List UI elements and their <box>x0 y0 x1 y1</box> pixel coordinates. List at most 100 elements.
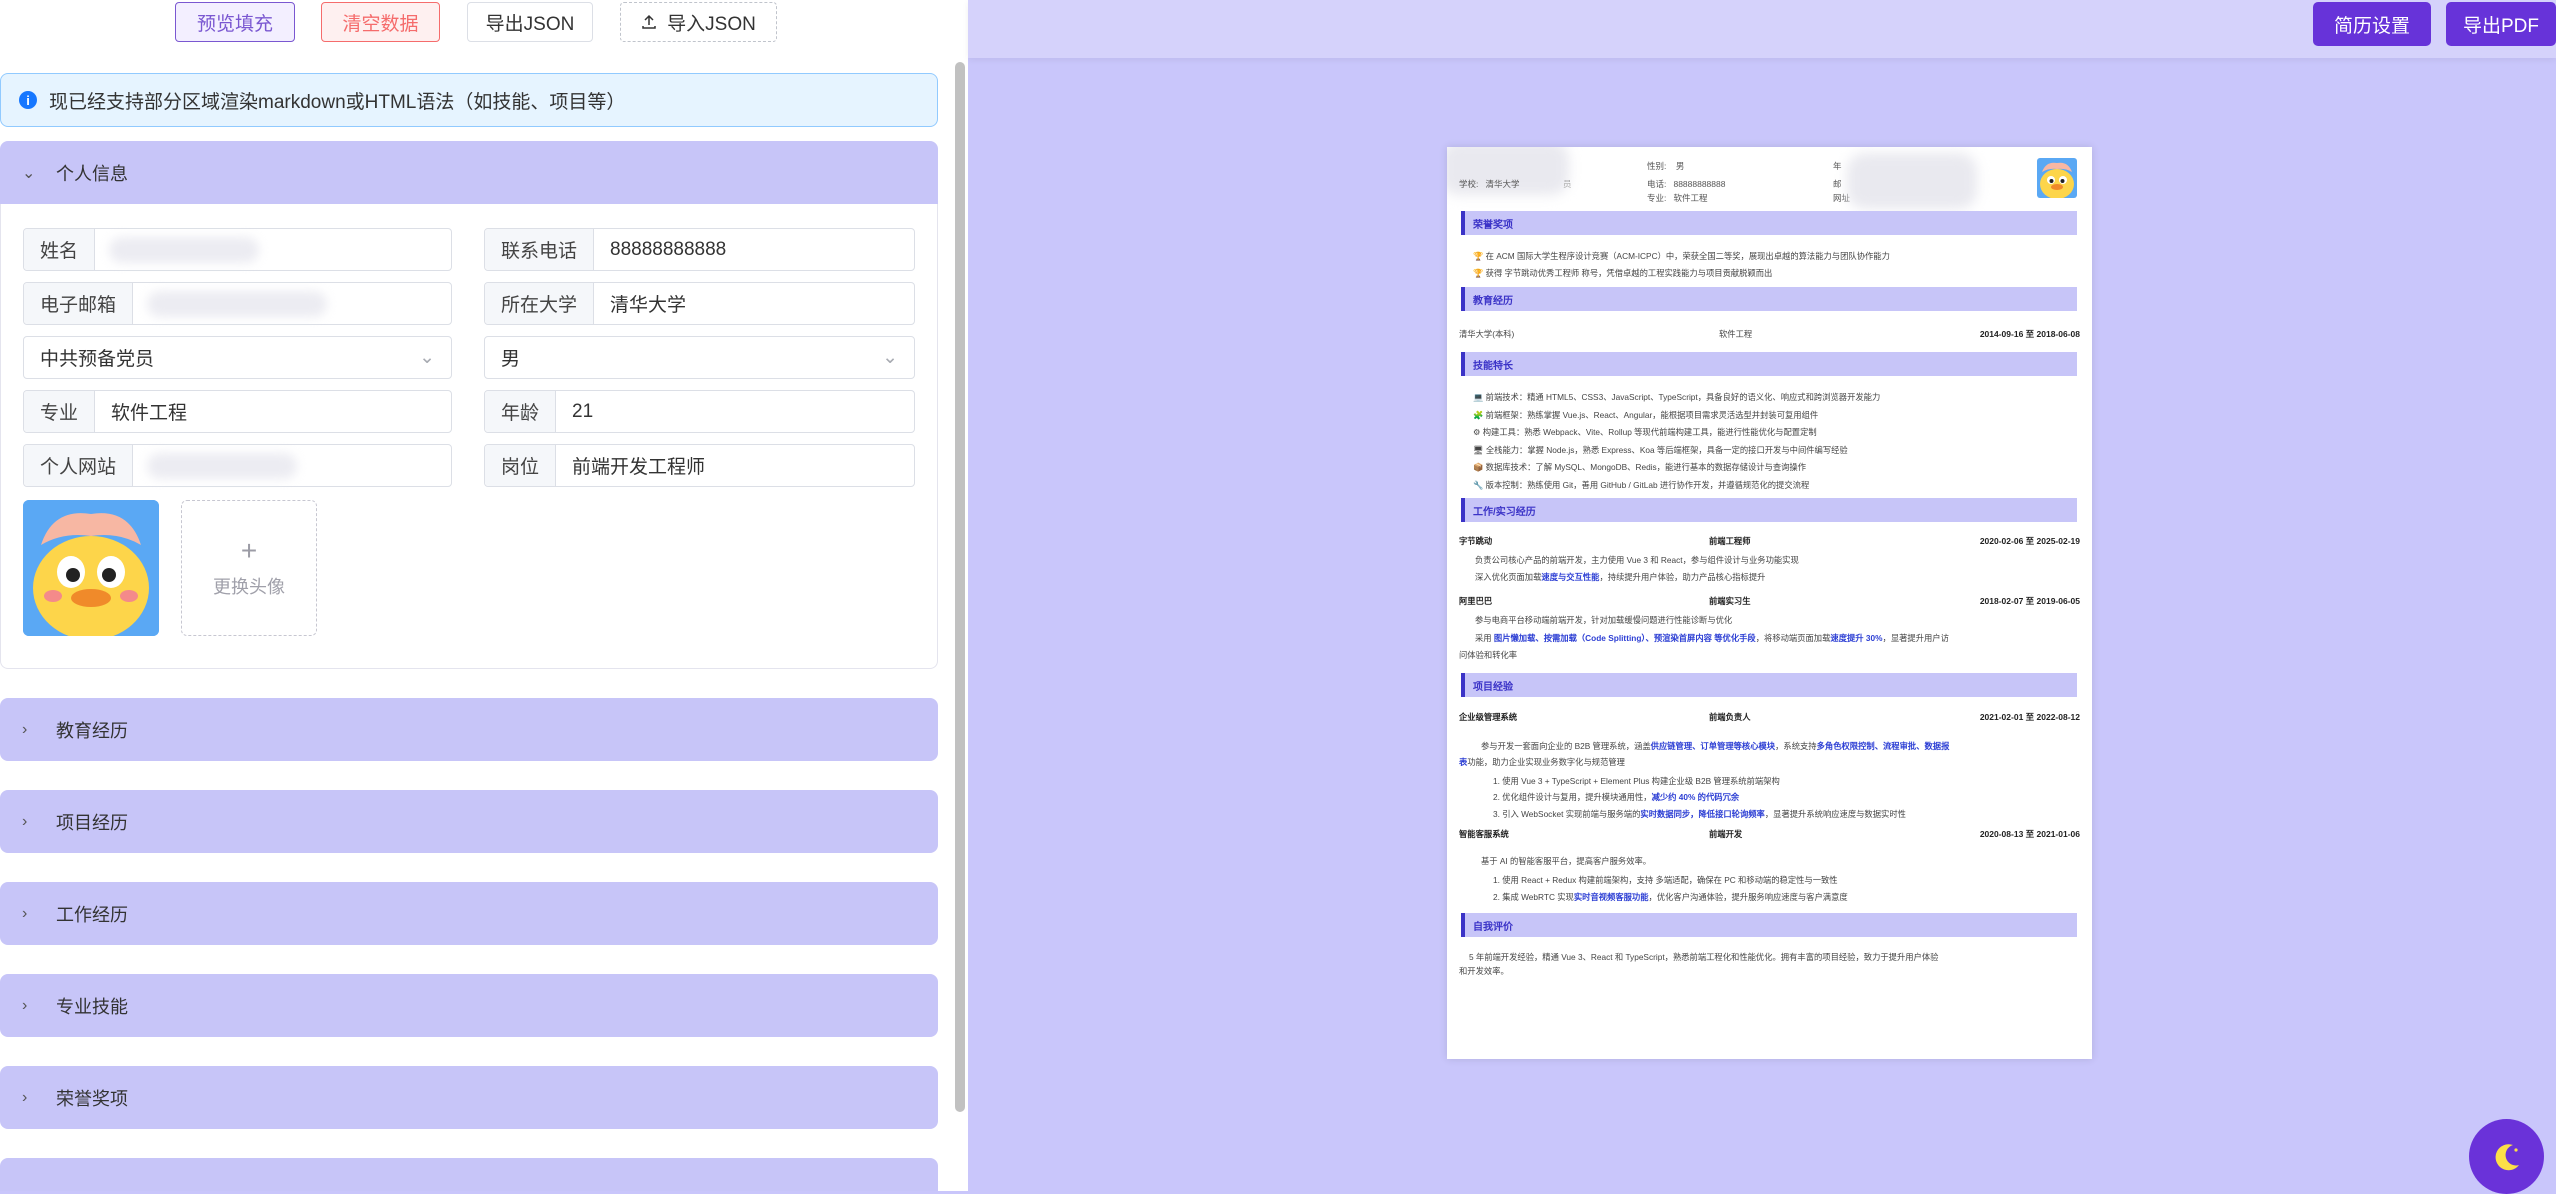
age-field[interactable]: 年龄 21 <box>484 390 915 433</box>
position-field[interactable]: 岗位 前端开发工程师 <box>484 444 915 487</box>
resume-project-intro: 表功能，助力企业实现业务数字化与规范管理 <box>1459 757 1625 767</box>
resume-project-name: 智能客服系统 <box>1459 829 1509 839</box>
resume-eval-text: 和开发效率。 <box>1459 966 1509 976</box>
resume-school: 学校: 清华大学 <box>1459 179 1520 189</box>
editor-scrollbar[interactable] <box>955 62 965 1112</box>
resume-major: 专业: 软件工程 <box>1647 193 1708 203</box>
resume-honor-item: 🏆 在 ACM 国际大学生程序设计竞赛（ACM-ICPC）中，荣获全国二等奖，展… <box>1473 251 1890 261</box>
section-honors-title: 荣誉奖项 <box>56 1088 128 1109</box>
chevron-down-icon: ⌄ <box>22 164 36 182</box>
phone-label: 联系电话 <box>485 229 595 270</box>
resume-work-role: 前端实习生 <box>1709 596 1751 606</box>
resume-project-period: 2020-08-13 至 2021-01-06 <box>1979 829 2080 839</box>
resume-projects-header: 项目经验 <box>1461 673 2077 697</box>
editor-toolbar: 预览填充 清空数据 导出JSON 导入JSON <box>0 0 968 60</box>
resume-gender: 性别: 男 <box>1647 161 1685 171</box>
position-value: 前端开发工程师 <box>572 457 706 478</box>
resume-project-item: 1. 使用 React + Redux 构建前端架构，支持 多端适配，确保在 P… <box>1493 875 1838 885</box>
major-value: 软件工程 <box>111 403 188 424</box>
theme-toggle-button[interactable] <box>2469 1119 2544 1194</box>
editor-panel: 预览填充 清空数据 导出JSON 导入JSON i 现已经支持部分区域渲染mar… <box>0 0 968 1191</box>
section-personal-header[interactable]: ⌄ 个人信息 <box>0 141 938 204</box>
name-field[interactable]: 姓名 <box>23 228 452 271</box>
section-work-title: 工作经历 <box>56 904 128 925</box>
name-label: 姓名 <box>24 229 96 270</box>
resume-phone: 电话: 88888888888 <box>1647 179 1726 189</box>
chevron-right-icon: › <box>22 904 28 922</box>
resume-project-item: 3. 引入 WebSocket 实现前端与服务端的实时数据同步，降低接口轮询频率… <box>1493 809 1906 819</box>
major-field[interactable]: 专业 软件工程 <box>23 390 452 433</box>
phone-field[interactable]: 联系电话 88888888888 <box>484 228 915 271</box>
resume-avatar-icon <box>2037 158 2077 198</box>
section-skills-header[interactable]: › 专业技能 <box>0 974 938 1037</box>
resume-project-period: 2021-02-01 至 2022-08-12 <box>1979 712 2080 722</box>
section-honors-header[interactable]: › 荣誉奖项 <box>0 1066 938 1129</box>
section-more-header[interactable] <box>0 1158 938 1191</box>
university-label: 所在大学 <box>485 283 595 324</box>
resume-project-role: 前端开发 <box>1709 829 1743 839</box>
email-field[interactable]: 电子邮箱 <box>23 282 452 325</box>
resume-skill-item: ⚙ 构建工具：熟悉 Webpack、Vite、Rollup 等现代前端构建工具，… <box>1473 427 1817 437</box>
resume-skill-item: 🧩 前端框架：熟练掌握 Vue.js、React、Angular，能根据项目需求… <box>1473 410 1819 420</box>
resume-project-item: 2. 优化组件设计与复用，提升模块通用性，减少约 40% 的代码冗余 <box>1493 792 1740 802</box>
age-label: 年龄 <box>485 391 557 432</box>
export-pdf-button[interactable]: 导出PDF <box>2446 2 2556 46</box>
fill-preview-button[interactable]: 预览填充 <box>175 2 295 42</box>
preview-toolbar: 简历设置 导出PDF <box>968 0 2556 58</box>
chevron-down-icon: ⌄ <box>419 347 435 368</box>
resume-work-line: 采用 图片懒加载、按需加载（Code Splitting）、预渲染首屏内容 等优… <box>1475 633 1949 643</box>
resume-edu-school: 清华大学(本科) <box>1459 329 1515 339</box>
upload-icon <box>642 14 656 29</box>
university-field[interactable]: 所在大学 清华大学 <box>484 282 915 325</box>
export-json-button[interactable]: 导出JSON <box>467 2 593 42</box>
section-work-header[interactable]: › 工作经历 <box>0 882 938 945</box>
political-status-select[interactable]: 中共预备党员 ⌄ <box>23 336 452 379</box>
website-label: 个人网站 <box>24 445 134 486</box>
email-value-redacted <box>147 290 328 317</box>
gender-select[interactable]: 男 ⌄ <box>484 336 915 379</box>
resume-work-line: 负责公司核心产品的前端开发，主力使用 Vue 3 和 React，参与组件设计与… <box>1475 555 1799 565</box>
resume-email-fragment: 邮 <box>1833 179 1842 189</box>
clear-data-button[interactable]: 清空数据 <box>321 2 440 42</box>
change-avatar-button[interactable]: + 更换头像 <box>181 500 317 636</box>
resume-project-intro: 基于 AI 的智能客服平台，提高客户服务效率。 <box>1481 856 1652 866</box>
resume-title-fragment: 员 <box>1563 179 1572 189</box>
political-status-value: 中共预备党员 <box>40 349 155 370</box>
resume-preview-page: 学校: 清华大学 员 性别: 男 电话: 88888888888 专业: 软件工… <box>1447 147 2092 1059</box>
website-field[interactable]: 个人网站 <box>23 444 452 487</box>
age-value: 21 <box>572 400 594 422</box>
section-education-header[interactable]: › 教育经历 <box>0 698 938 761</box>
section-projects-title: 项目经历 <box>56 812 128 833</box>
section-projects-header[interactable]: › 项目经历 <box>0 790 938 853</box>
resume-work-period: 2018-02-07 至 2019-06-05 <box>1979 596 2080 606</box>
website-value-redacted <box>147 452 298 479</box>
resume-project-role: 前端负责人 <box>1709 712 1751 722</box>
import-json-button[interactable]: 导入JSON <box>620 2 777 42</box>
resume-work-role: 前端工程师 <box>1709 536 1751 546</box>
resume-age-fragment: 年 <box>1833 161 1842 171</box>
chevron-right-icon: › <box>22 812 28 830</box>
chevron-right-icon: › <box>22 996 28 1014</box>
resume-skill-item: 🖥 全栈能力：掌握 Node.js，熟悉 Express、Koa 等后端框架，具… <box>1473 445 1848 455</box>
notice-text: 现已经支持部分区域渲染markdown或HTML语法（如技能、项目等） <box>49 91 626 113</box>
resume-honors-header: 荣誉奖项 <box>1461 211 2077 235</box>
major-label: 专业 <box>24 391 96 432</box>
resume-skill-item: 🔧 版本控制：熟练使用 Git，善用 GitHub / GitLab 进行协作开… <box>1473 480 1810 490</box>
section-skills-title: 专业技能 <box>56 996 128 1017</box>
import-json-label: 导入JSON <box>667 13 756 35</box>
resume-project-name: 企业级管理系统 <box>1459 712 1518 722</box>
chevron-right-icon: › <box>22 1088 28 1106</box>
resume-skills-header: 技能特长 <box>1461 352 2077 376</box>
info-icon: i <box>19 91 37 109</box>
resume-project-intro: 参与开发一套面向企业的 B2B 管理系统，涵盖供应链管理、订单管理等核心模块，系… <box>1481 741 1950 751</box>
avatar[interactable] <box>23 500 159 636</box>
resume-work-company: 字节跳动 <box>1459 536 1493 546</box>
resume-honor-item: 🏆 获得 字节跳动优秀工程师 称号，凭借卓越的工程实践能力与项目贡献脱颖而出 <box>1473 268 1773 278</box>
resume-work-period: 2020-02-06 至 2025-02-19 <box>1979 536 2080 546</box>
resume-contact-redacted <box>1847 153 1977 209</box>
resume-project-item: 2. 集成 WebRTC 实现实时音视频客服功能，优化客户沟通体验，提升服务响应… <box>1493 892 1848 902</box>
resume-edu-major: 软件工程 <box>1719 329 1753 339</box>
resume-settings-button[interactable]: 简历设置 <box>2313 2 2431 46</box>
avatar-cartoon-image <box>23 500 159 636</box>
chevron-down-icon: ⌄ <box>882 347 898 368</box>
